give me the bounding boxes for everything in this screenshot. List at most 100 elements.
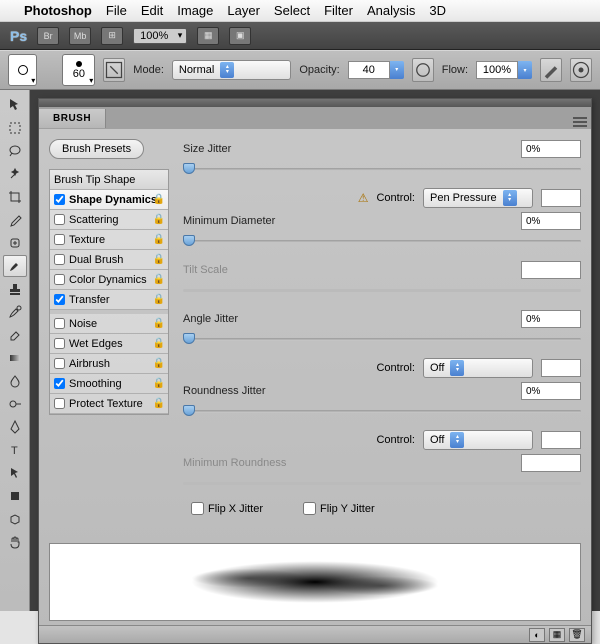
preview-toggle-icon[interactable]: ◐ (529, 628, 545, 642)
lock-icon[interactable]: 🔒 (153, 358, 165, 369)
crop-tool[interactable] (3, 186, 27, 208)
lock-icon[interactable]: 🔒 (153, 294, 165, 305)
lock-icon[interactable]: 🔒 (153, 398, 165, 409)
size-control-select[interactable]: Pen Pressure▴▾ (423, 188, 533, 208)
eraser-tool[interactable] (3, 324, 27, 346)
shape-dynamics-checkbox[interactable] (54, 194, 65, 205)
menu-image[interactable]: Image (177, 3, 213, 18)
size-jitter-slider[interactable] (183, 162, 581, 176)
dual-brush-row[interactable]: Dual Brush🔒 (50, 250, 168, 270)
round-control-select[interactable]: Off▴▾ (423, 430, 533, 450)
wet-edges-row[interactable]: Wet Edges🔒 (50, 334, 168, 354)
min-diameter-input[interactable] (521, 212, 581, 230)
opacity-dropdown[interactable]: ▾ (390, 61, 404, 79)
3d-tool[interactable] (3, 508, 27, 530)
flip-y-checkbox[interactable] (303, 502, 316, 515)
tablet-opacity-button[interactable] (412, 58, 434, 82)
heal-tool[interactable] (3, 232, 27, 254)
brush-tab[interactable]: BRUSH (39, 109, 106, 128)
flip-y-option[interactable]: Flip Y Jitter (303, 502, 375, 515)
minibridge-button[interactable]: Mb (69, 27, 91, 45)
new-preset-icon[interactable]: ▦ (549, 628, 565, 642)
airbrush-row[interactable]: Airbrush🔒 (50, 354, 168, 374)
lock-icon[interactable]: 🔒 (153, 214, 165, 225)
blur-tool[interactable] (3, 370, 27, 392)
menu-edit[interactable]: Edit (141, 3, 163, 18)
panel-menu-icon[interactable] (573, 117, 587, 127)
menu-3d[interactable]: 3D (429, 3, 446, 18)
view-extras-button[interactable]: ⊞ (101, 27, 123, 45)
marquee-tool[interactable] (3, 117, 27, 139)
flow-dropdown[interactable]: ▾ (518, 61, 532, 79)
lock-icon[interactable]: 🔒 (153, 254, 165, 265)
pen-tool[interactable] (3, 416, 27, 438)
shape-dynamics-row[interactable]: Shape Dynamics🔒 (50, 190, 168, 210)
opacity-input[interactable] (348, 61, 390, 79)
eyedropper-tool[interactable] (3, 209, 27, 231)
angle-jitter-input[interactable] (521, 310, 581, 328)
protect-texture-row[interactable]: Protect Texture🔒 (50, 394, 168, 414)
color-dynamics-checkbox[interactable] (54, 274, 65, 285)
brush-tip-shape-row[interactable]: Brush Tip Shape (50, 170, 168, 190)
stamp-tool[interactable] (3, 278, 27, 300)
texture-checkbox[interactable] (54, 234, 65, 245)
menu-filter[interactable]: Filter (324, 3, 353, 18)
tablet-size-button[interactable] (570, 58, 592, 82)
dodge-tool[interactable] (3, 393, 27, 415)
scattering-checkbox[interactable] (54, 214, 65, 225)
path-select-tool[interactable] (3, 462, 27, 484)
angle-control-select[interactable]: Off▴▾ (423, 358, 533, 378)
bridge-button[interactable]: Br (37, 27, 59, 45)
brush-tool[interactable] (3, 255, 27, 277)
app-menu[interactable]: Photoshop (24, 3, 92, 18)
lasso-tool[interactable] (3, 140, 27, 162)
flow-input[interactable] (476, 61, 518, 79)
tool-preset-picker[interactable] (8, 54, 37, 86)
round-jitter-slider[interactable] (183, 404, 581, 418)
min-diameter-slider[interactable] (183, 234, 581, 248)
lock-icon[interactable]: 🔒 (153, 194, 165, 205)
size-jitter-input[interactable] (521, 140, 581, 158)
lock-icon[interactable]: 🔒 (153, 378, 165, 389)
smoothing-checkbox[interactable] (54, 378, 65, 389)
flip-x-checkbox[interactable] (191, 502, 204, 515)
flip-x-option[interactable]: Flip X Jitter (191, 502, 263, 515)
arrange-button[interactable]: ▦ (197, 27, 219, 45)
brush-preset-picker[interactable]: 60 (62, 54, 95, 86)
protect-texture-checkbox[interactable] (54, 398, 65, 409)
wand-tool[interactable] (3, 163, 27, 185)
lock-icon[interactable]: 🔒 (153, 274, 165, 285)
color-dynamics-row[interactable]: Color Dynamics🔒 (50, 270, 168, 290)
angle-control-input[interactable] (541, 359, 581, 377)
airbrush-button[interactable] (540, 58, 562, 82)
texture-row[interactable]: Texture🔒 (50, 230, 168, 250)
lock-icon[interactable]: 🔒 (153, 338, 165, 349)
panel-grip[interactable] (39, 99, 591, 107)
dual-brush-checkbox[interactable] (54, 254, 65, 265)
mode-select[interactable]: Normal▴▾ (172, 60, 291, 80)
history-brush-tool[interactable] (3, 301, 27, 323)
brush-presets-button[interactable]: Brush Presets (49, 139, 144, 159)
size-control-input[interactable] (541, 189, 581, 207)
move-tool[interactable] (3, 94, 27, 116)
trash-icon[interactable]: 🗑 (569, 628, 585, 642)
noise-row[interactable]: Noise🔒 (50, 314, 168, 334)
gradient-tool[interactable] (3, 347, 27, 369)
round-control-input[interactable] (541, 431, 581, 449)
scattering-row[interactable]: Scattering🔒 (50, 210, 168, 230)
lock-icon[interactable]: 🔒 (153, 234, 165, 245)
menu-select[interactable]: Select (274, 3, 310, 18)
airbrush-checkbox[interactable] (54, 358, 65, 369)
type-tool[interactable]: T (3, 439, 27, 461)
transfer-row[interactable]: Transfer🔒 (50, 290, 168, 310)
lock-icon[interactable]: 🔒 (153, 318, 165, 329)
menu-file[interactable]: File (106, 3, 127, 18)
wet-edges-checkbox[interactable] (54, 338, 65, 349)
brush-panel-toggle[interactable] (103, 58, 125, 82)
screenmode-button[interactable]: ▣ (229, 27, 251, 45)
zoom-select[interactable]: 100% (133, 28, 187, 44)
shape-tool[interactable] (3, 485, 27, 507)
menu-analysis[interactable]: Analysis (367, 3, 415, 18)
transfer-checkbox[interactable] (54, 294, 65, 305)
angle-jitter-slider[interactable] (183, 332, 581, 346)
